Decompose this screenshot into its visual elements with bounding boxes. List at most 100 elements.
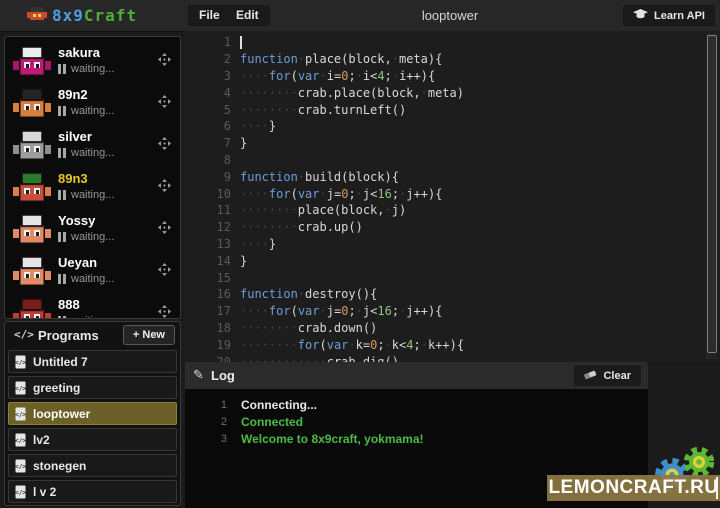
player-name: 89n2 <box>58 87 88 102</box>
log-entry: 2Connected <box>185 413 648 430</box>
line-number: 4 <box>185 86 240 100</box>
code-editor[interactable]: 12function·place(block,·meta){3····for(v… <box>185 31 720 362</box>
player-status: waiting... <box>58 273 114 285</box>
move-player-icon[interactable] <box>158 179 171 192</box>
program-doc-icon: </> <box>15 433 26 447</box>
graduation-cap-icon <box>633 9 648 23</box>
program-doc-icon: </> <box>15 355 26 369</box>
code-line[interactable]: 9function·build(block){ <box>185 168 720 185</box>
player-row[interactable]: 888waiting... <box>5 292 180 319</box>
learn-api-button[interactable]: Learn API <box>623 5 715 26</box>
line-number: 7 <box>185 136 240 150</box>
code-line[interactable]: 12········crab.up() <box>185 219 720 236</box>
program-label: stonegen <box>33 459 86 473</box>
program-item[interactable]: </>looptower <box>8 402 177 425</box>
code-line[interactable]: 13····} <box>185 236 720 253</box>
watermark-scroll-tick <box>716 477 718 499</box>
editor-scrollbar[interactable] <box>706 33 717 359</box>
green-gear <box>688 451 711 474</box>
line-number: 13 <box>185 237 240 251</box>
edit-menu-button[interactable]: Edit <box>225 5 270 26</box>
line-number: 14 <box>185 254 240 268</box>
player-row[interactable]: Ueyanwaiting... <box>5 250 180 292</box>
player-status: waiting... <box>58 63 114 75</box>
code-line[interactable]: 17····for(var·j=0;·j<16;·j++){ <box>185 303 720 320</box>
code-line[interactable]: 16function·destroy(){ <box>185 286 720 303</box>
program-item[interactable]: </>lv2 <box>8 428 177 451</box>
program-item[interactable]: </>l v 2 <box>8 480 177 503</box>
code-line[interactable]: 10····for(var·j=0;·j<16;·j++){ <box>185 185 720 202</box>
crab-logo-icon <box>26 6 48 25</box>
pause-icon <box>58 274 66 284</box>
eraser-icon <box>584 369 597 383</box>
pause-icon <box>58 190 66 200</box>
code-line[interactable]: 8 <box>185 152 720 169</box>
player-row[interactable]: sakura waiting... <box>5 40 180 82</box>
code-line[interactable]: 7} <box>185 135 720 152</box>
svg-text:</>: </> <box>15 437 26 444</box>
program-item[interactable]: </>greeting <box>8 376 177 399</box>
log-line-number: 1 <box>185 399 241 411</box>
player-name: Yossy <box>58 213 95 228</box>
program-item[interactable]: </>Untitled 7 <box>8 350 177 373</box>
line-number: 8 <box>185 153 240 167</box>
code-line[interactable]: 14} <box>185 252 720 269</box>
code-line[interactable]: 15 <box>185 269 720 286</box>
robot-avatar-icon <box>13 88 51 118</box>
move-player-icon[interactable] <box>158 305 171 318</box>
editor-scrollbar-thumb[interactable] <box>707 35 717 353</box>
code-line[interactable]: 5········crab.turnLeft() <box>185 101 720 118</box>
line-number: 16 <box>185 287 240 301</box>
player-row[interactable]: 89n3waiting... <box>5 166 180 208</box>
programs-panel: </> Programs + New </>Untitled 7 </>gree… <box>4 321 181 506</box>
code-line[interactable]: 1 <box>185 34 720 51</box>
code-line[interactable]: 20············crab.dig() <box>185 353 720 362</box>
move-player-icon[interactable] <box>158 53 171 66</box>
robot-avatar-icon <box>13 130 51 160</box>
code-line[interactable]: 11········place(block,·j) <box>185 202 720 219</box>
code-line[interactable]: 18········crab.down() <box>185 320 720 337</box>
robot-avatar-icon <box>13 172 51 202</box>
program-doc-icon: </> <box>15 381 26 395</box>
player-row[interactable]: 89n2 waiting... <box>5 82 180 124</box>
line-number: 11 <box>185 203 240 217</box>
program-doc-icon: </> <box>15 407 26 421</box>
player-status: waiting... <box>58 147 114 159</box>
line-number: 5 <box>185 103 240 117</box>
program-item[interactable]: </>stonegen <box>8 454 177 477</box>
player-name: sakura <box>58 45 100 60</box>
move-player-icon[interactable] <box>158 263 171 276</box>
line-number: 12 <box>185 220 240 234</box>
robot-list-panel: sakura waiting... 89n2 waiting... silverwa… <box>4 36 181 319</box>
move-player-icon[interactable] <box>158 95 171 108</box>
log-message: Connected <box>241 415 303 429</box>
player-row[interactable]: Yossywaiting... <box>5 208 180 250</box>
log-header: ✎ Log Clear <box>185 362 648 389</box>
code-line[interactable]: 4········crab.place(block,·meta) <box>185 84 720 101</box>
text-cursor <box>240 36 242 49</box>
log-title: Log <box>211 368 235 383</box>
log-message: Connecting... <box>241 398 317 412</box>
logo-text-craft: Craft <box>84 6 137 25</box>
move-player-icon[interactable] <box>158 221 171 234</box>
player-status: waiting... <box>58 189 114 201</box>
pause-icon <box>58 232 66 242</box>
clear-log-button[interactable]: Clear <box>574 365 641 386</box>
player-name: 888 <box>58 297 80 312</box>
svg-text:</>: </> <box>15 359 26 366</box>
log-line-number: 3 <box>185 433 241 445</box>
player-status: waiting... <box>58 105 114 117</box>
robot-avatar-icon <box>13 256 51 286</box>
new-program-button[interactable]: + New <box>123 325 175 345</box>
code-line[interactable]: 2function·place(block,·meta){ <box>185 51 720 68</box>
pause-icon <box>58 148 66 158</box>
code-line[interactable]: 6····} <box>185 118 720 135</box>
player-row[interactable]: silverwaiting... <box>5 124 180 166</box>
svg-text:</>: </> <box>15 411 26 418</box>
code-line[interactable]: 19········for(var·k=0;·k<4;·k++){ <box>185 336 720 353</box>
code-line[interactable]: 3····for(var·i=0;·i<4;·i++){ <box>185 68 720 85</box>
line-number: 3 <box>185 69 240 83</box>
line-number: 17 <box>185 304 240 318</box>
watermark-link[interactable]: LEMONCRAFT.RU <box>547 475 720 501</box>
move-player-icon[interactable] <box>158 137 171 150</box>
